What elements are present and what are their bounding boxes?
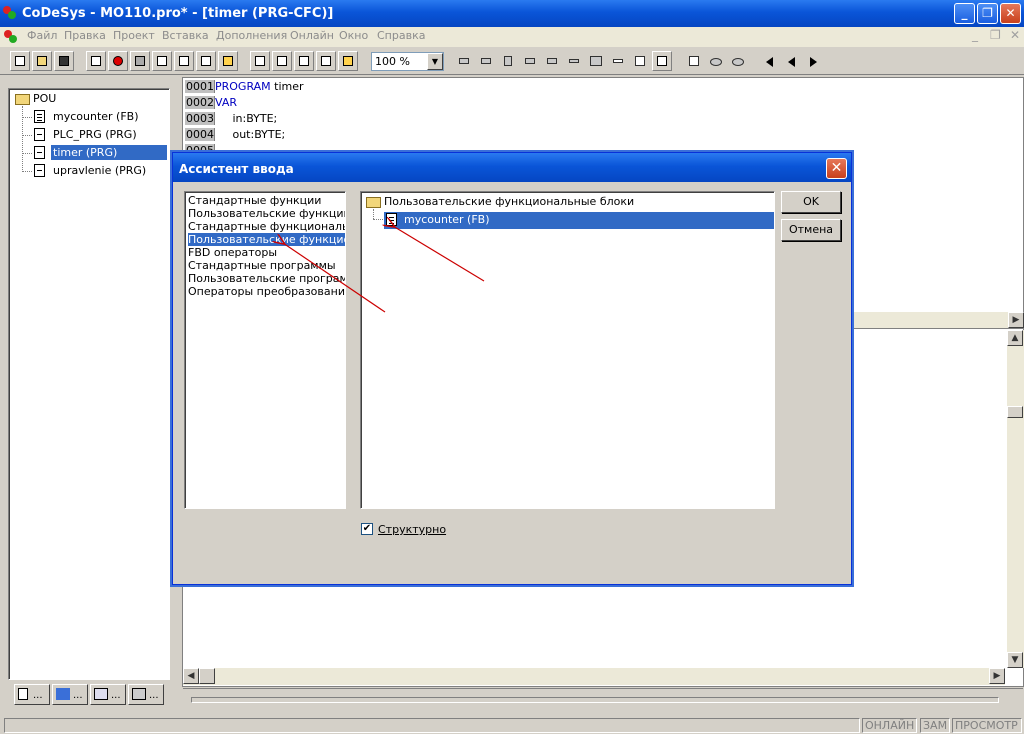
annotation-arrows: [0, 0, 485, 313]
arrow-to-category: [283, 243, 386, 313]
arrow-to-block: [393, 226, 485, 282]
